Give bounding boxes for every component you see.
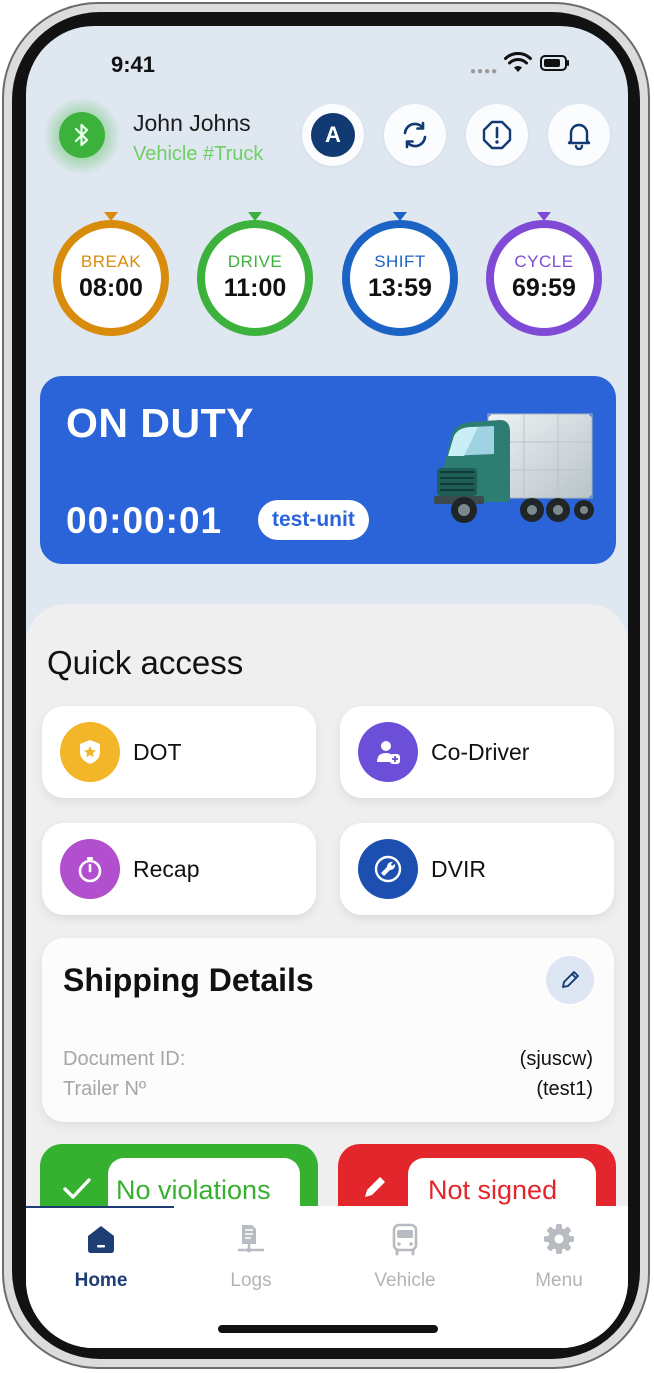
shipping-details-title: Shipping Details <box>63 962 314 998</box>
shipping-details-card: Shipping Details Document ID: (sjuscw) T… <box>42 938 614 1122</box>
stopwatch-icon <box>60 839 120 899</box>
tab-menu[interactable]: Menu <box>484 1220 628 1292</box>
pencil-icon <box>562 971 579 988</box>
timer-drive[interactable]: DRIVE 11:00 <box>197 212 313 336</box>
tab-home[interactable]: Home <box>26 1220 176 1292</box>
avatar: A <box>311 113 355 157</box>
timer-value: 11:00 <box>223 274 287 302</box>
timer-value: 69:59 <box>512 274 576 302</box>
tab-vehicle[interactable]: Vehicle <box>330 1220 480 1292</box>
logs-icon <box>238 1225 264 1253</box>
tab-vehicle-label: Vehicle <box>374 1270 436 1291</box>
notifications-button[interactable] <box>548 104 610 166</box>
truck-image <box>434 413 594 523</box>
tab-logs[interactable]: Logs <box>176 1220 326 1292</box>
tab-logs-label: Logs <box>230 1270 272 1291</box>
duty-status-label: ON DUTY <box>66 400 254 446</box>
trailer-key: Trailer Nº <box>63 1078 147 1100</box>
dvir-label: DVIR <box>431 856 486 882</box>
home-icon <box>88 1226 114 1253</box>
timer-label: DRIVE <box>227 252 283 271</box>
driver-name: John Johns <box>133 110 251 136</box>
timer-value: 08:00 <box>79 274 143 302</box>
timer-marker <box>104 212 118 221</box>
timer-label: SHIFT <box>374 252 426 271</box>
user-add-icon <box>358 722 418 782</box>
timer-label: CYCLE <box>514 252 574 271</box>
trailer-value: (test1) <box>536 1078 593 1100</box>
avatar-button[interactable]: A <box>302 104 364 166</box>
timer-marker <box>537 212 551 221</box>
document-id-value: (sjuscw) <box>519 1048 593 1070</box>
tab-menu-label: Menu <box>535 1270 583 1291</box>
recap-button[interactable]: Recap <box>42 823 316 915</box>
signal-icon: ●●●● <box>470 66 499 77</box>
timer-marker <box>248 212 262 221</box>
document-id-row: Document ID: (sjuscw) <box>63 1048 593 1071</box>
unit-badge: test-unit <box>258 500 369 540</box>
check-icon <box>63 1178 91 1199</box>
alert-button[interactable] <box>466 104 528 166</box>
bluetooth-icon <box>74 123 89 147</box>
status-time: 9:41 <box>111 52 156 77</box>
timer-shift[interactable]: SHIFT 13:59 <box>342 212 458 336</box>
app-screen: 9:41 ●●●● John Johns Vehicle #Truck A BR… <box>26 26 628 1348</box>
tab-active-indicator <box>26 1206 174 1208</box>
gear-icon <box>544 1224 574 1254</box>
wifi-icon <box>504 52 532 72</box>
trailer-row: Trailer Nº (test1) <box>63 1078 593 1101</box>
tab-home-label: Home <box>74 1270 128 1291</box>
bus-icon <box>392 1223 418 1256</box>
shield-star-icon <box>60 722 120 782</box>
dot-label: DOT <box>133 739 182 765</box>
refresh-button[interactable] <box>384 104 446 166</box>
vehicle-label: Vehicle #Truck <box>133 143 264 165</box>
quick-access-title: Quick access <box>47 644 244 681</box>
wrench-icon <box>358 839 418 899</box>
bluetooth-button[interactable] <box>59 112 105 158</box>
co-driver-label: Co-Driver <box>431 739 530 765</box>
alert-octagon-icon <box>482 120 512 150</box>
battery-icon <box>540 55 569 71</box>
timer-marker <box>393 212 407 221</box>
timer-cycle[interactable]: CYCLE 69:59 <box>486 212 602 336</box>
home-indicator <box>218 1325 438 1333</box>
dot-button[interactable]: DOT <box>42 706 316 798</box>
bell-icon <box>567 123 591 150</box>
timer-break[interactable]: BREAK 08:00 <box>53 212 169 336</box>
duty-elapsed-timer: 00:00:01 <box>66 500 223 541</box>
edit-shipping-button[interactable] <box>546 956 594 1004</box>
document-id-key: Document ID: <box>63 1048 186 1070</box>
timer-label: BREAK <box>80 252 142 271</box>
dvir-button[interactable]: DVIR <box>340 823 614 915</box>
refresh-icon <box>403 121 427 149</box>
duty-status-card[interactable]: ON DUTY 00:00:01 test-unit <box>40 376 616 564</box>
timer-value: 13:59 <box>368 274 432 302</box>
co-driver-button[interactable]: Co-Driver <box>340 706 614 798</box>
recap-label: Recap <box>133 856 200 882</box>
pen-icon <box>365 1177 385 1197</box>
